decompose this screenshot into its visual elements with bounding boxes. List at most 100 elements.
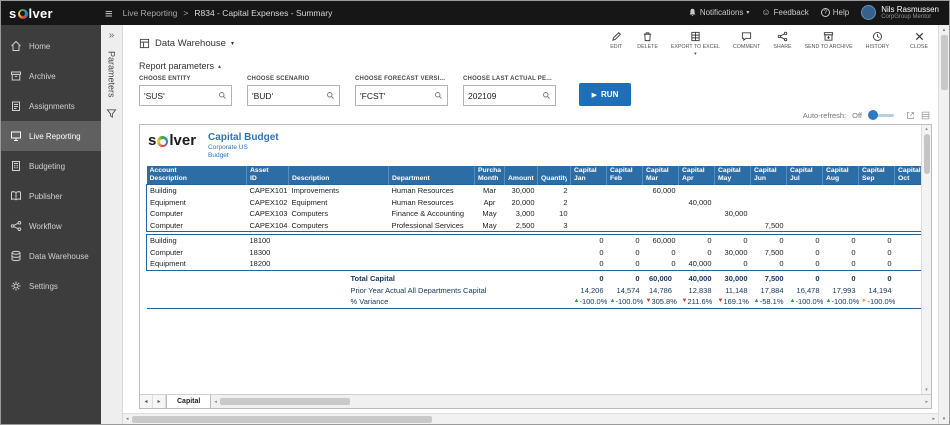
sheet-nav-next-icon[interactable]: ▸: [153, 395, 166, 408]
cell: Mar: [475, 185, 505, 197]
chevron-down-icon: ▾: [231, 40, 234, 47]
sidebar-item-label: Data Warehouse: [29, 252, 89, 261]
help-button[interactable]: ? Help: [821, 8, 849, 17]
search-icon[interactable]: [434, 91, 443, 100]
grid-icon[interactable]: [921, 111, 930, 120]
toggle-knob[interactable]: [868, 110, 878, 120]
variance-cell: ▲-100.0%: [787, 296, 823, 308]
sidebar-item-settings[interactable]: Settings: [1, 271, 101, 301]
main-vscrollbar[interactable]: ▴ ▾: [938, 25, 949, 424]
cell: [751, 185, 787, 197]
report-parameters-toggle[interactable]: Report parameters ▴: [123, 61, 938, 76]
main-hscrollbar[interactable]: ◂ ▸: [123, 413, 938, 424]
scroll-up-icon[interactable]: ▴: [925, 126, 928, 132]
autorefresh-toggle[interactable]: [870, 114, 894, 117]
sidebar-item-publisher[interactable]: Publisher: [1, 181, 101, 211]
cell: Computer: [147, 220, 247, 232]
forecast-version-input[interactable]: [360, 91, 434, 101]
sidebar-item-workflow[interactable]: Workflow: [1, 211, 101, 241]
scroll-left-icon[interactable]: ◂: [214, 399, 217, 405]
search-icon[interactable]: [542, 91, 551, 100]
table-row: EquipmentCAPEX102EquipmentHuman Resource…: [147, 197, 922, 209]
popout-icon[interactable]: [906, 111, 915, 120]
sidebar-item-data-warehouse[interactable]: Data Warehouse: [1, 241, 101, 271]
filter-funnel-icon[interactable]: [106, 108, 117, 119]
sidebar-item-archive[interactable]: Archive: [1, 61, 101, 91]
cell: Equipment: [289, 197, 389, 209]
cell: [895, 258, 922, 270]
archive-icon: [10, 70, 22, 82]
column-header: CapitalAug: [823, 166, 859, 185]
report-vscrollbar[interactable]: ▴ ▾: [921, 125, 931, 394]
cell: [895, 296, 922, 308]
report-subtitle-scenario: Budget: [208, 152, 279, 160]
cell: Human Resources: [389, 197, 475, 209]
hscroll-thumb[interactable]: [220, 398, 350, 405]
search-icon[interactable]: [326, 91, 335, 100]
scroll-up-icon[interactable]: ▴: [943, 27, 946, 33]
search-icon[interactable]: [218, 91, 227, 100]
cell: 30,000: [715, 273, 751, 285]
scroll-right-icon[interactable]: ▸: [932, 416, 935, 422]
entity-input[interactable]: [144, 91, 218, 101]
notifications-button[interactable]: Notifications ▾: [688, 8, 750, 17]
scroll-left-icon[interactable]: ◂: [126, 416, 129, 422]
cell: 12,838: [679, 285, 715, 297]
share-button[interactable]: SHARE: [773, 31, 791, 50]
cell: [475, 247, 505, 259]
sheet-nav-prev-icon[interactable]: ◂: [140, 395, 153, 408]
cell: 2: [538, 197, 571, 209]
column-header: CapitalFeb: [607, 166, 643, 185]
scroll-down-icon[interactable]: ▾: [925, 387, 928, 393]
breadcrumb-section[interactable]: Live Reporting: [123, 8, 178, 18]
workflow-icon: [10, 220, 22, 232]
sidebar-item-label: Live Reporting: [29, 132, 81, 141]
sidebar-item-live-reporting[interactable]: Live Reporting: [1, 121, 101, 151]
collapse-chevrons-icon[interactable]: »: [109, 30, 115, 41]
vscroll-thumb[interactable]: [924, 134, 930, 174]
content-toolbar: Data Warehouse ▾ EDIT DELETE EXPORT TO E…: [123, 25, 938, 61]
hscroll-thumb[interactable]: [132, 416, 432, 423]
run-button[interactable]: ▶ RUN: [579, 83, 631, 106]
monitor-icon: [10, 130, 22, 142]
cell: [679, 208, 715, 220]
sidebar-item-home[interactable]: Home: [1, 31, 101, 61]
hamburger-menu-icon[interactable]: ≡: [105, 6, 113, 21]
sidebar-item-assignments[interactable]: Assignments: [1, 91, 101, 121]
cell: CAPEX103: [247, 208, 289, 220]
feedback-button[interactable]: ☺ Feedback: [761, 8, 808, 17]
data-warehouse-source-button[interactable]: Data Warehouse ▾: [139, 38, 234, 49]
export-to-excel-button[interactable]: EXPORT TO EXCEL ▾: [671, 31, 720, 56]
vscroll-thumb[interactable]: [941, 35, 948, 90]
scroll-right-icon[interactable]: ▸: [925, 399, 928, 405]
cell: [643, 220, 679, 232]
excel-grid-icon: [690, 31, 701, 42]
sidebar-item-label: Publisher: [29, 192, 62, 201]
edit-button[interactable]: EDIT: [608, 31, 624, 50]
last-actual-period-input[interactable]: [468, 91, 542, 101]
comment-button[interactable]: COMMENT: [733, 31, 760, 50]
cell: 0: [823, 258, 859, 270]
sheet-tab-capital[interactable]: Capital: [166, 395, 211, 408]
column-header: CapitalJul: [787, 166, 823, 185]
report-parameters-title: Report parameters: [139, 61, 214, 71]
sheet-hscrollbar[interactable]: ◂ ▸: [211, 395, 931, 408]
sidebar-item-budgeting[interactable]: Budgeting: [1, 151, 101, 181]
close-button[interactable]: CLOSE: [910, 31, 928, 50]
cell: 14,194: [859, 285, 895, 297]
send-to-archive-button[interactable]: SEND TO ARCHIVE: [805, 31, 853, 50]
cell: Professional Services: [389, 220, 475, 232]
scroll-down-icon[interactable]: ▾: [943, 416, 946, 422]
scenario-input[interactable]: [252, 91, 326, 101]
user-menu[interactable]: Nils Rasmussen CorpGroup Mentor: [861, 5, 939, 21]
cell: [787, 208, 823, 220]
chevron-down-icon[interactable]: ▾: [694, 52, 697, 56]
cell: [859, 208, 895, 220]
cell: 0: [643, 258, 679, 270]
cell: [715, 220, 751, 232]
cell: 0: [679, 247, 715, 259]
prior-year-row: Prior Year Actual All Departments Capita…: [147, 285, 922, 297]
delete-button[interactable]: DELETE: [637, 31, 658, 50]
history-button[interactable]: HISTORY: [866, 31, 889, 50]
column-header: CapitalSep: [859, 166, 895, 185]
